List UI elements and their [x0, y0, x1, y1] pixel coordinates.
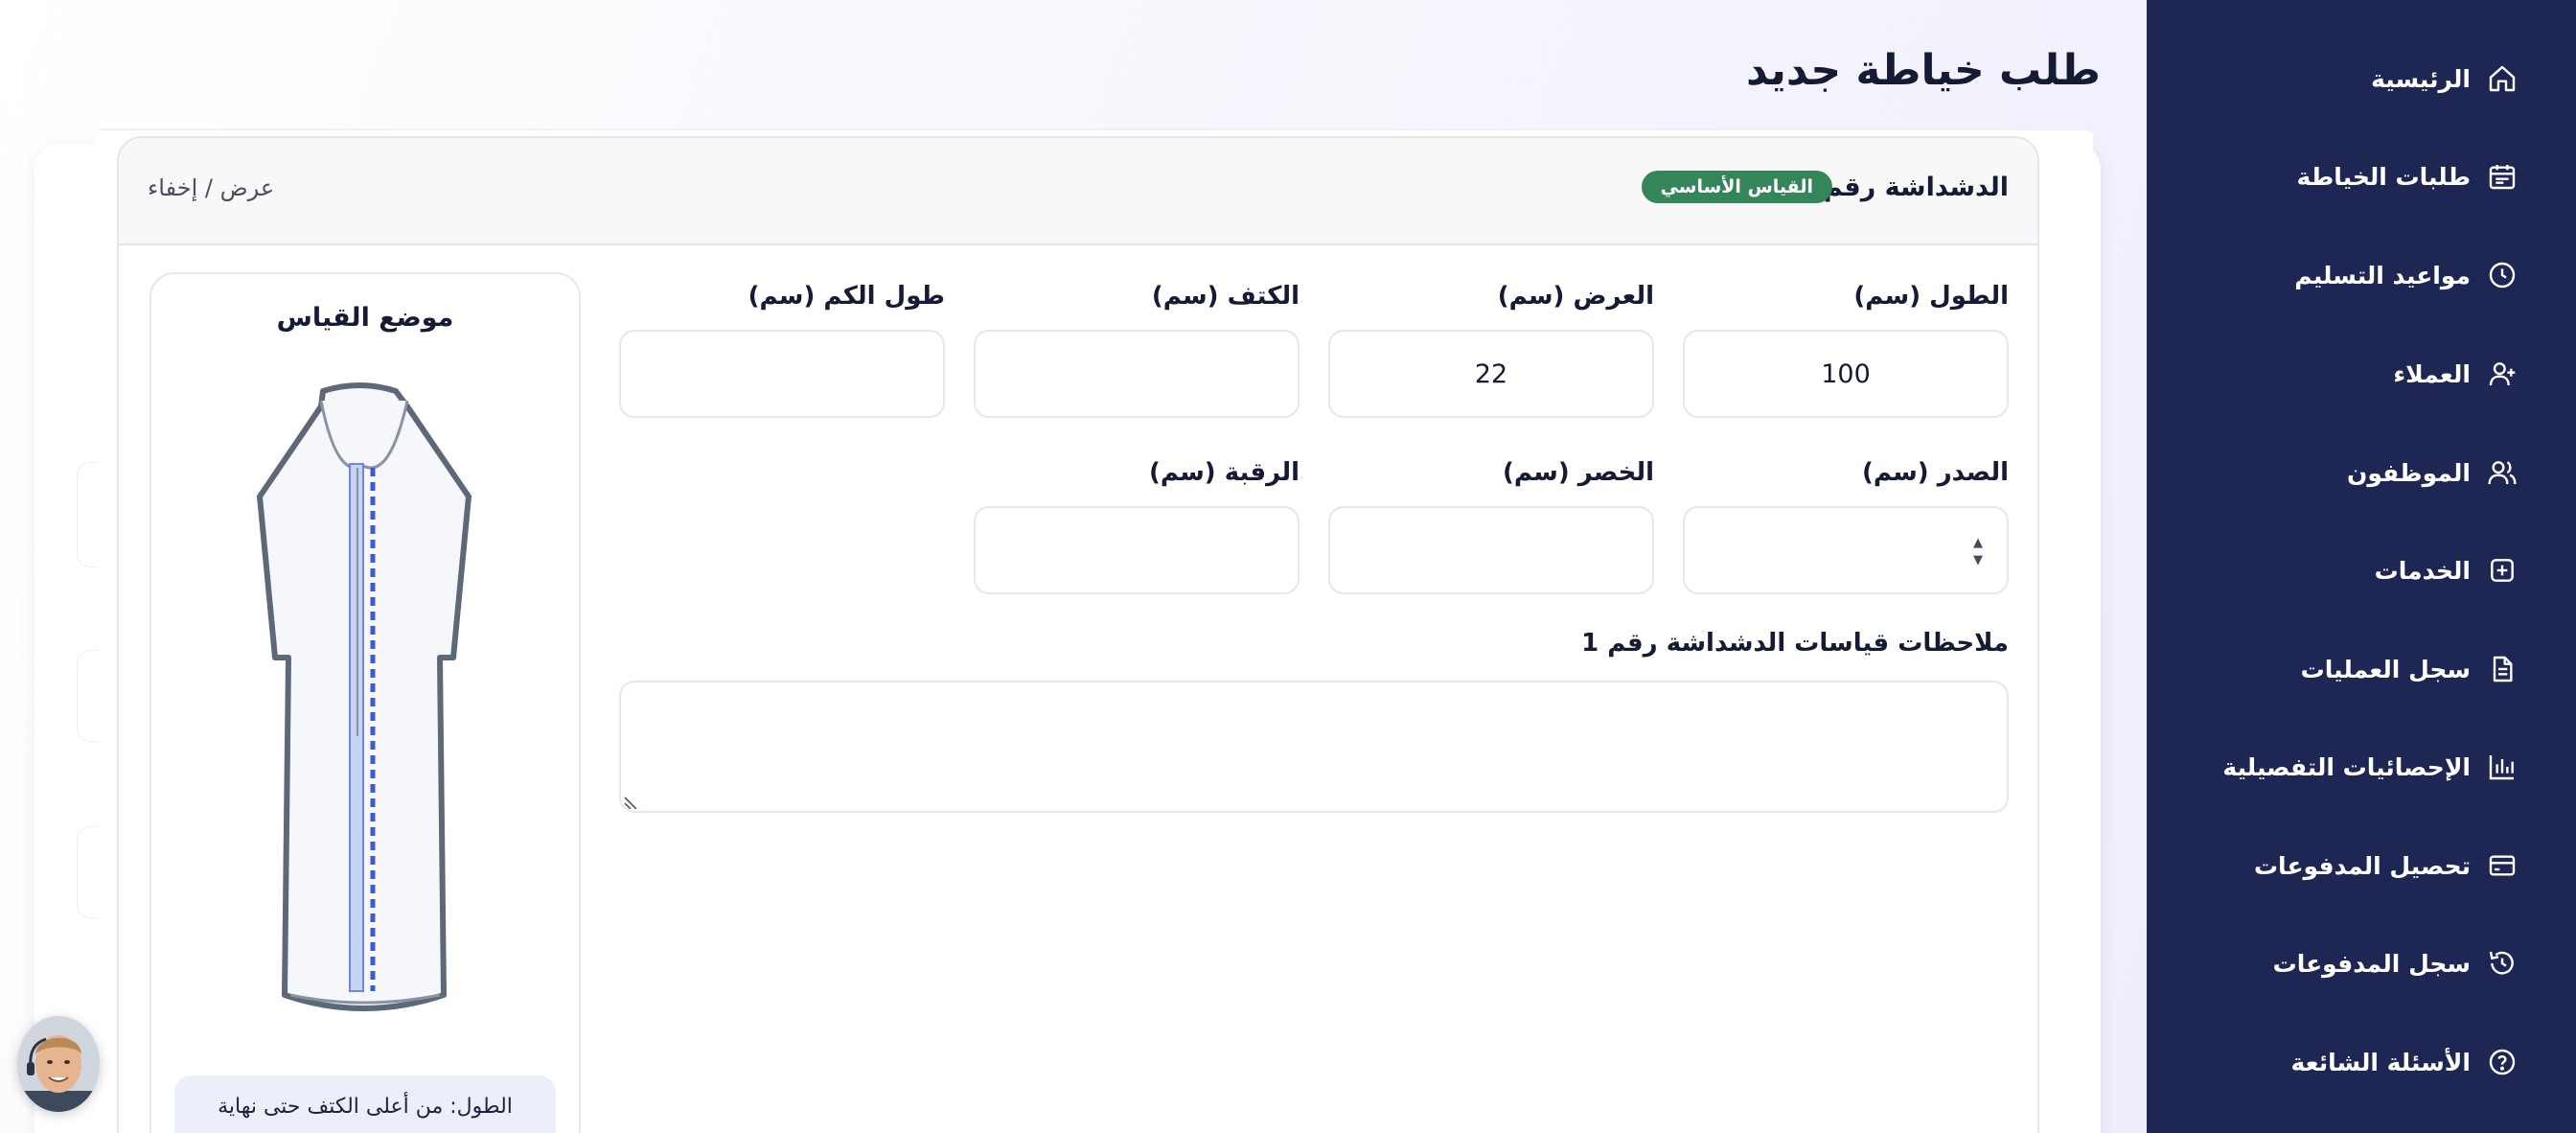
resize-grip-icon[interactable] — [623, 792, 640, 809]
users-icon — [2486, 456, 2518, 489]
notes-label: ملاحظات قياسات الدشداشة رقم 1 — [1581, 629, 2009, 658]
support-avatar[interactable] — [17, 1016, 100, 1112]
sidebar-item-label: تحصيل المدفوعات — [2253, 851, 2471, 880]
sidebar-item-label: الأسئلة الشائعة — [2290, 1048, 2472, 1076]
sidebar-item-payment-collection[interactable]: تحصيل المدفوعات — [2254, 837, 2518, 894]
credit-card-icon — [2486, 849, 2518, 882]
home-icon — [2486, 62, 2518, 95]
sidebar-item-label: مواعيد التسليم — [2294, 261, 2471, 289]
diagram-title: موضع القياس — [276, 303, 454, 333]
sidebar-item-home[interactable]: الرئيسية — [2371, 50, 2518, 107]
sidebar-item-customers[interactable]: العملاء — [2393, 345, 2518, 403]
sidebar-item-detailed-statistics[interactable]: الإحصائيات التفصيلية — [2222, 738, 2518, 796]
user-plus-icon — [2486, 358, 2518, 390]
document-icon — [2486, 653, 2518, 685]
history-icon — [2486, 947, 2518, 980]
sleeve-length-label: طول الكم (سم) — [748, 282, 945, 311]
sidebar-item-label: سجل المدفوعات — [2272, 949, 2471, 978]
chest-input[interactable]: ▲ ▼ — [1683, 506, 2009, 594]
primary-measurement-badge: القياس الأساسي — [1641, 171, 1832, 203]
sidebar-item-faq[interactable]: الأسئلة الشائعة — [2291, 1033, 2519, 1091]
number-stepper[interactable]: ▲ ▼ — [1965, 529, 1991, 573]
avatar-image — [17, 1016, 100, 1112]
notes-textarea[interactable] — [619, 681, 2009, 813]
width-input[interactable]: 22 — [1328, 330, 1654, 418]
sidebar-item-label: العملاء — [2393, 359, 2471, 388]
clock-icon — [2486, 259, 2518, 291]
page-title: طلب خياطة جديد — [1745, 46, 2101, 95]
sidebar-item-label: طلبات الخياطة — [2296, 162, 2471, 191]
waist-input[interactable] — [1328, 506, 1654, 594]
neck-input[interactable] — [974, 506, 1300, 594]
sidebar-item-label: الخدمات — [2374, 556, 2471, 585]
neck-label: الرقبة (سم) — [1148, 458, 1300, 487]
stepper-down-icon[interactable]: ▼ — [1973, 554, 1983, 566]
diagram-note: الطول: من أعلى الكتف حتى نهاية — [174, 1075, 556, 1133]
sidebar-item-label: الإحصائيات التفصيلية — [2222, 752, 2471, 781]
sidebar-item-delivery-dates[interactable]: مواعيد التسليم — [2294, 246, 2518, 304]
width-label: العرض (سم) — [1497, 282, 1654, 311]
background-field-edge — [77, 650, 98, 742]
sidebar-item-label: الموظفون — [2347, 458, 2471, 487]
dishdasha-diagram — [257, 382, 472, 1011]
sidebar-item-payments-log[interactable]: سجل المدفوعات — [2273, 935, 2518, 992]
garment-measurements-card: الدشداشة رقم 1 القياس الأساسي عرض / إخفا… — [117, 136, 2039, 1133]
help-circle-icon — [2486, 1046, 2518, 1078]
plus-square-icon — [2486, 554, 2518, 587]
sleeve-length-input[interactable] — [619, 330, 945, 418]
card-header[interactable]: الدشداشة رقم 1 القياس الأساسي عرض / إخفا… — [119, 138, 2037, 245]
sidebar-item-label: سجل العمليات — [2300, 655, 2471, 683]
stepper-up-icon[interactable]: ▲ — [1973, 537, 1983, 549]
waist-label: الخصر (سم) — [1503, 458, 1654, 487]
background-field-edge — [77, 826, 98, 918]
shoulder-input[interactable] — [974, 330, 1300, 418]
show-hide-toggle[interactable]: عرض / إخفاء — [148, 174, 274, 201]
calendar-icon — [2486, 160, 2518, 193]
measurement-position-panel: موضع القياس الطول: من أعلى الكتف حتى نها… — [150, 272, 581, 1133]
sidebar: الرئيسية طلبات الخياطة مواعيد التسليم ال… — [2147, 0, 2576, 1133]
sidebar-item-tailoring-orders[interactable]: طلبات الخياطة — [2297, 148, 2518, 205]
length-label: الطول (سم) — [1853, 282, 2009, 311]
length-input[interactable]: 100 — [1683, 330, 2009, 418]
background-field-edge — [77, 462, 98, 567]
bar-chart-icon — [2486, 751, 2518, 783]
sidebar-item-label: الرئيسية — [2371, 64, 2471, 93]
shoulder-label: الكتف (سم) — [1151, 282, 1300, 311]
sidebar-item-operations-log[interactable]: سجل العمليات — [2301, 640, 2518, 698]
chest-label: الصدر (سم) — [1861, 458, 2009, 487]
sidebar-item-services[interactable]: الخدمات — [2375, 542, 2518, 599]
sidebar-item-employees[interactable]: الموظفون — [2347, 444, 2518, 501]
